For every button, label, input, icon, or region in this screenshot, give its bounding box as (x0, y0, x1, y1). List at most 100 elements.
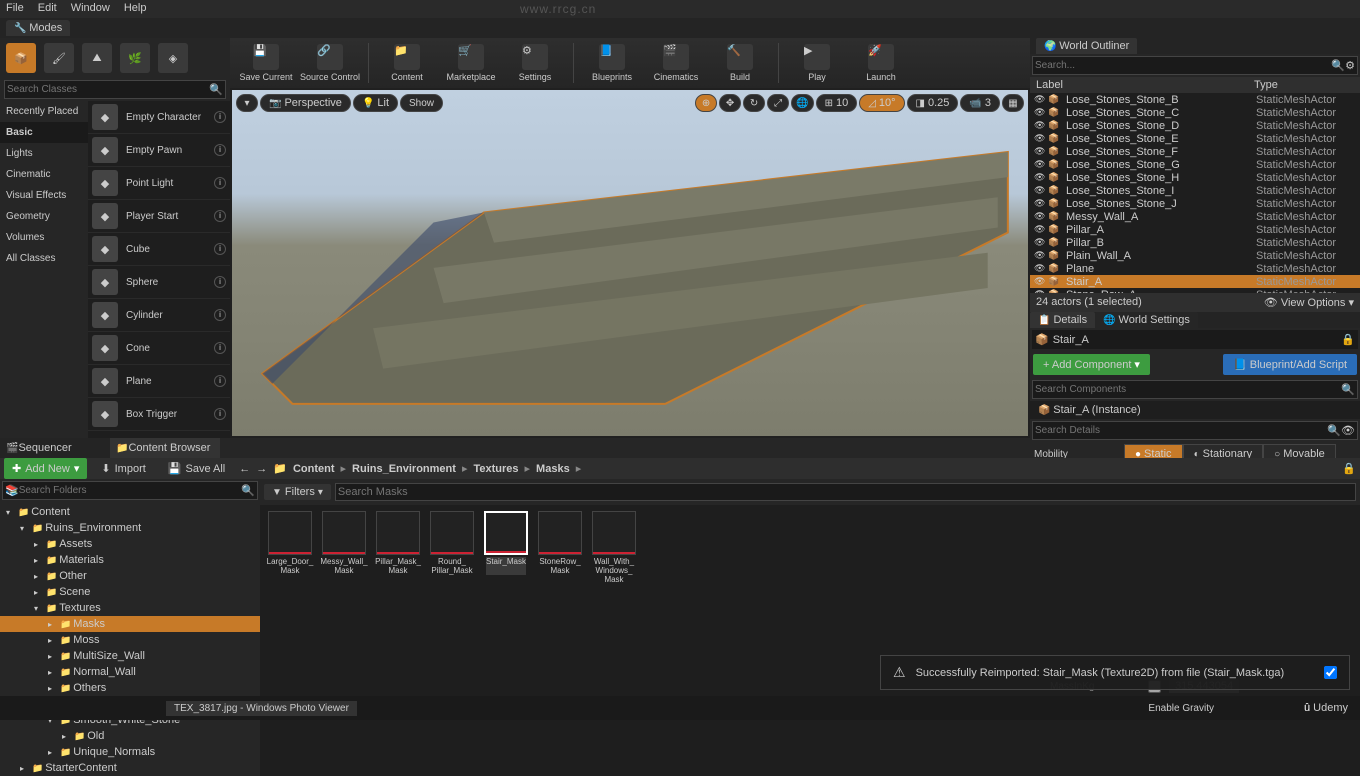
placemode-item[interactable]: ◆Empty Characteri (88, 101, 230, 134)
scale-snap-button[interactable]: ◨ 0.25 (907, 94, 959, 112)
visibility-eye-icon[interactable]: 👁 (1034, 120, 1048, 131)
tab-content-browser[interactable]: 📁 Content Browser (110, 438, 220, 458)
expand-arrow-icon[interactable]: ▸ (62, 732, 72, 741)
outliner-search-input[interactable] (1035, 60, 1331, 71)
tab-world-outliner[interactable]: 🌍 World Outliner (1036, 38, 1137, 54)
placemode-category[interactable]: Volumes (0, 227, 88, 248)
transform-select-icon[interactable]: ⊕ (695, 94, 717, 112)
outliner-row[interactable]: 👁📦Lose_Stones_Stone_JStaticMeshActor (1030, 197, 1360, 210)
tree-folder[interactable]: ▸📁Moss (0, 632, 260, 648)
expand-arrow-icon[interactable]: ▸ (48, 668, 58, 677)
lock-icon[interactable]: 🔒 (1342, 462, 1356, 475)
asset-item[interactable]: Stair_Mask (482, 511, 530, 575)
menu-help[interactable]: Help (124, 2, 147, 16)
history-forward-icon[interactable]: → (256, 463, 267, 475)
filters-button[interactable]: ▼ Filters ▾ (264, 484, 331, 500)
placemode-category[interactable]: Basic (0, 122, 88, 143)
viewport-menu-icon[interactable]: ▾ (236, 94, 258, 112)
grid-snap-button[interactable]: ⊞ 10 (816, 94, 858, 112)
outliner-row[interactable]: 👁📦Pillar_AStaticMeshActor (1030, 223, 1360, 236)
viewport-maximize-icon[interactable]: ▦ (1002, 94, 1024, 112)
tab-details[interactable]: 📋 Details (1030, 312, 1095, 328)
visibility-eye-icon[interactable]: 👁 (1034, 94, 1048, 105)
outliner-row[interactable]: 👁📦Lose_Stones_Stone_HStaticMeshActor (1030, 171, 1360, 184)
placemode-item[interactable]: ◆Cylinderi (88, 299, 230, 332)
outliner-row[interactable]: 👁📦Lose_Stones_Stone_GStaticMeshActor (1030, 158, 1360, 171)
info-icon[interactable]: i (214, 408, 226, 420)
visibility-eye-icon[interactable]: 👁 (1034, 211, 1048, 222)
tree-folder[interactable]: ▸📁Assets (0, 536, 260, 552)
component-instance[interactable]: 📦 Stair_A (Instance) (1030, 401, 1360, 419)
visibility-eye-icon[interactable]: 👁 (1034, 185, 1048, 196)
sources-icon[interactable]: 📚 (5, 484, 19, 497)
placemode-item[interactable]: ◆Spherei (88, 266, 230, 299)
visibility-eye-icon[interactable]: 👁 (1034, 146, 1048, 157)
asset-item[interactable]: Large_Door_Mask (266, 511, 314, 575)
tree-folder[interactable]: ▸📁Normal_Wall (0, 664, 260, 680)
placemode-item[interactable]: ◆Box Triggeri (88, 398, 230, 431)
transform-move-icon[interactable]: ✥ (719, 94, 741, 112)
expand-arrow-icon[interactable]: ▾ (20, 524, 30, 533)
tree-search-input[interactable] (19, 484, 242, 497)
tree-folder[interactable]: ▸📁Old (0, 728, 260, 744)
outliner-row[interactable]: 👁📦Lose_Stones_Stone_FStaticMeshActor (1030, 145, 1360, 158)
placemode-category[interactable]: Lights (0, 143, 88, 164)
angle-snap-button[interactable]: ◿ 10° (859, 94, 904, 112)
outliner-row[interactable]: 👁📦Lose_Stones_Stone_BStaticMeshActor (1030, 93, 1360, 106)
toolbar-launch-button[interactable]: 🚀Launch (851, 38, 911, 88)
info-icon[interactable]: i (214, 243, 226, 255)
visibility-eye-icon[interactable]: 👁 (1034, 198, 1048, 209)
transform-scale-icon[interactable]: ⤢ (767, 94, 789, 112)
outliner-head-label[interactable]: Label (1036, 79, 1254, 91)
placemode-category[interactable]: Cinematic (0, 164, 88, 185)
expand-arrow-icon[interactable]: ▸ (48, 748, 58, 757)
placemode-item[interactable]: ◆Player Starti (88, 200, 230, 233)
expand-arrow-icon[interactable]: ▾ (34, 604, 44, 613)
add-component-button[interactable]: + Add Component ▾ (1033, 354, 1150, 375)
expand-arrow-icon[interactable]: ▸ (48, 652, 58, 661)
coord-space-icon[interactable]: 🌐 (791, 94, 813, 112)
outliner-row[interactable]: 👁📦Lose_Stones_Stone_IStaticMeshActor (1030, 184, 1360, 197)
info-icon[interactable]: i (214, 177, 226, 189)
outliner-head-type[interactable]: Type (1254, 79, 1354, 91)
info-icon[interactable]: i (214, 276, 226, 288)
visibility-eye-icon[interactable]: 👁 (1034, 237, 1048, 248)
tree-folder[interactable]: ▸📁StarterContent (0, 760, 260, 776)
asset-item[interactable]: Pillar_Mask_Mask (374, 511, 422, 575)
tab-sequencer[interactable]: 🎬 Sequencer (0, 438, 110, 458)
expand-arrow-icon[interactable]: ▸ (48, 684, 58, 693)
viewport[interactable]: ▾ 📷 Perspective 💡 Lit Show ⊕ ✥ ↻ ⤢ 🌐 ⊞ 1… (232, 90, 1028, 436)
paint-mode-icon[interactable]: 🖌 (44, 43, 74, 73)
info-icon[interactable]: i (214, 309, 226, 321)
outliner-row[interactable]: 👁📦Stair_AStaticMeshActor (1030, 275, 1360, 288)
actor-name-field[interactable]: Stair_A (1053, 334, 1338, 346)
info-icon[interactable]: i (214, 210, 226, 222)
placemode-item[interactable]: ◆Empty Pawni (88, 134, 230, 167)
toolbar-build-button[interactable]: 🔨Build (710, 38, 770, 88)
placemode-category[interactable]: All Classes (0, 248, 88, 269)
info-icon[interactable]: i (214, 342, 226, 354)
placemodes-search[interactable]: 🔍 (4, 80, 226, 99)
add-new-button[interactable]: ✚ Add New ▾ (4, 458, 87, 479)
expand-arrow-icon[interactable]: ▸ (34, 588, 44, 597)
import-button[interactable]: ⬇ Import (93, 458, 153, 479)
placemode-category[interactable]: Visual Effects (0, 185, 88, 206)
outliner-row[interactable]: 👁📦Lose_Stones_Stone_CStaticMeshActor (1030, 106, 1360, 119)
outliner-view-options[interactable]: 👁 View Options ▾ (1264, 296, 1354, 309)
tree-folder[interactable]: ▸📁Unique_Normals (0, 744, 260, 760)
outliner-row[interactable]: 👁📦PlaneStaticMeshActor (1030, 262, 1360, 275)
transform-rotate-icon[interactable]: ↻ (743, 94, 765, 112)
toolbar-blueprints-button[interactable]: 📘Blueprints (582, 38, 642, 88)
outliner-row[interactable]: 👁📦Pillar_BStaticMeshActor (1030, 236, 1360, 249)
visibility-eye-icon[interactable]: 👁 (1034, 159, 1048, 170)
placemode-category[interactable]: Geometry (0, 206, 88, 227)
toolbar-settings-button[interactable]: ⚙Settings (505, 38, 565, 88)
placemode-category[interactable]: Recently Placed (0, 101, 88, 122)
tree-folder[interactable]: ▸📁MultiSize_Wall (0, 648, 260, 664)
menu-edit[interactable]: Edit (38, 2, 57, 16)
blueprint-add-script-button[interactable]: 📘 Blueprint/Add Script (1223, 354, 1357, 375)
expand-arrow-icon[interactable]: ▾ (6, 508, 16, 517)
tab-world-settings[interactable]: 🌐 World Settings (1095, 312, 1198, 328)
notification-checkbox[interactable] (1324, 666, 1337, 679)
visibility-eye-icon[interactable]: 👁 (1034, 250, 1048, 261)
